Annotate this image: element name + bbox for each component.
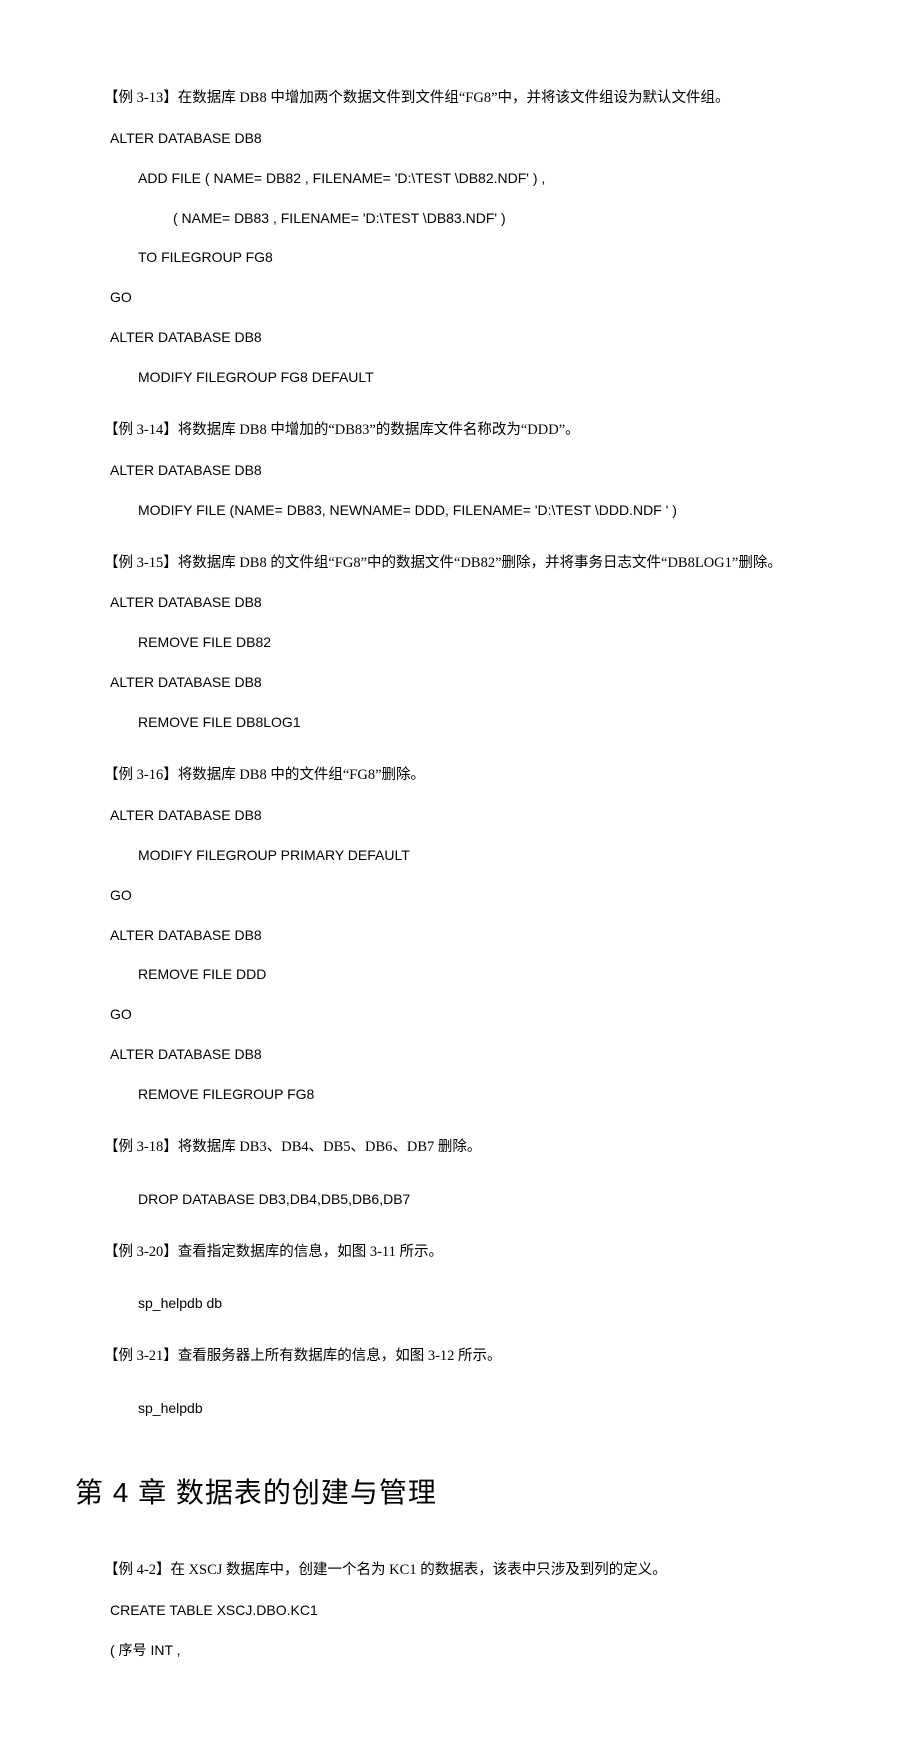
code-line: GO: [75, 285, 845, 311]
code-line: ADD FILE ( NAME= DB82 , FILENAME= 'D:\TE…: [75, 166, 845, 192]
code-line: MODIFY FILEGROUP PRIMARY DEFAULT: [75, 843, 845, 869]
code-line: ALTER DATABASE DB8: [75, 670, 845, 696]
code-line: ALTER DATABASE DB8: [75, 803, 845, 829]
code-line: ALTER DATABASE DB8: [75, 325, 845, 351]
example-text: 【例 3-16】将数据库 DB8 中的文件组“FG8”删除。: [104, 767, 425, 783]
code-line: ALTER DATABASE DB8: [75, 590, 845, 616]
code-line: TO FILEGROUP FG8: [75, 245, 845, 271]
example-text: 【例 3-15】将数据库 DB8 的文件组“FG8”中的数据文件“DB82”删除…: [104, 555, 782, 571]
code-line: ALTER DATABASE DB8: [75, 126, 845, 152]
code-line: MODIFY FILE (NAME= DB83, NEWNAME= DDD, F…: [75, 498, 845, 524]
code-line: GO: [75, 1002, 845, 1028]
example-title: 【例 3-18】将数据库 DB3、DB4、DB5、DB6、DB7 删除。: [75, 1134, 845, 1161]
document-page: 【例 3-13】在数据库 DB8 中增加两个数据文件到文件组“FG8”中，并将该…: [0, 0, 920, 1737]
example-title: 【例 3-14】将数据库 DB8 中增加的“DB83”的数据库文件名称改为“DD…: [75, 417, 845, 444]
code-line: REMOVE FILE DB8LOG1: [75, 710, 845, 736]
example-title: 【例 3-15】将数据库 DB8 的文件组“FG8”中的数据文件“DB82”删除…: [75, 550, 845, 577]
example-title: 【例 3-20】查看指定数据库的信息，如图 3-11 所示。: [75, 1239, 845, 1266]
example-text: 【例 3-13】在数据库 DB8 中增加两个数据文件到文件组“FG8”中，并将该…: [104, 90, 730, 106]
example-text: 【例 3-14】将数据库 DB8 中增加的“DB83”的数据库文件名称改为“DD…: [104, 422, 580, 438]
code-line: ALTER DATABASE DB8: [75, 1042, 845, 1068]
code-line: REMOVE FILE DDD: [75, 962, 845, 988]
code-line: sp_helpdb db: [75, 1291, 845, 1317]
example-title: 【例 4-2】在 XSCJ 数据库中，创建一个名为 KC1 的数据表，该表中只涉…: [75, 1557, 845, 1584]
code-line: ( 序号 INT ,: [75, 1638, 845, 1664]
code-line: ( NAME= DB83 , FILENAME= 'D:\TEST \DB83.…: [75, 206, 845, 232]
code-line: CREATE TABLE XSCJ.DBO.KC1: [75, 1598, 845, 1624]
example-title: 【例 3-21】查看服务器上所有数据库的信息，如图 3-12 所示。: [75, 1343, 845, 1370]
example-text: 【例 3-18】将数据库 DB3、DB4、DB5、DB6、DB7 删除。: [104, 1139, 481, 1155]
example-title: 【例 3-13】在数据库 DB8 中增加两个数据文件到文件组“FG8”中，并将该…: [75, 85, 845, 112]
chapter-title: 第 4 章 数据表的创建与管理: [75, 1467, 845, 1519]
code-line: ALTER DATABASE DB8: [75, 923, 845, 949]
code-line: sp_helpdb: [75, 1396, 845, 1422]
code-line: DROP DATABASE DB3,DB4,DB5,DB6,DB7: [75, 1187, 845, 1213]
example-title: 【例 3-16】将数据库 DB8 中的文件组“FG8”删除。: [75, 762, 845, 789]
code-line: MODIFY FILEGROUP FG8 DEFAULT: [75, 365, 845, 391]
example-text: 【例 4-2】在 XSCJ 数据库中，创建一个名为 KC1 的数据表，该表中只涉…: [104, 1562, 667, 1578]
code-line: REMOVE FILEGROUP FG8: [75, 1082, 845, 1108]
code-line: ALTER DATABASE DB8: [75, 458, 845, 484]
code-line: GO: [75, 883, 845, 909]
example-text: 【例 3-20】查看指定数据库的信息，如图 3-11 所示。: [104, 1244, 443, 1260]
example-text: 【例 3-21】查看服务器上所有数据库的信息，如图 3-12 所示。: [104, 1348, 502, 1364]
code-line: REMOVE FILE DB82: [75, 630, 845, 656]
